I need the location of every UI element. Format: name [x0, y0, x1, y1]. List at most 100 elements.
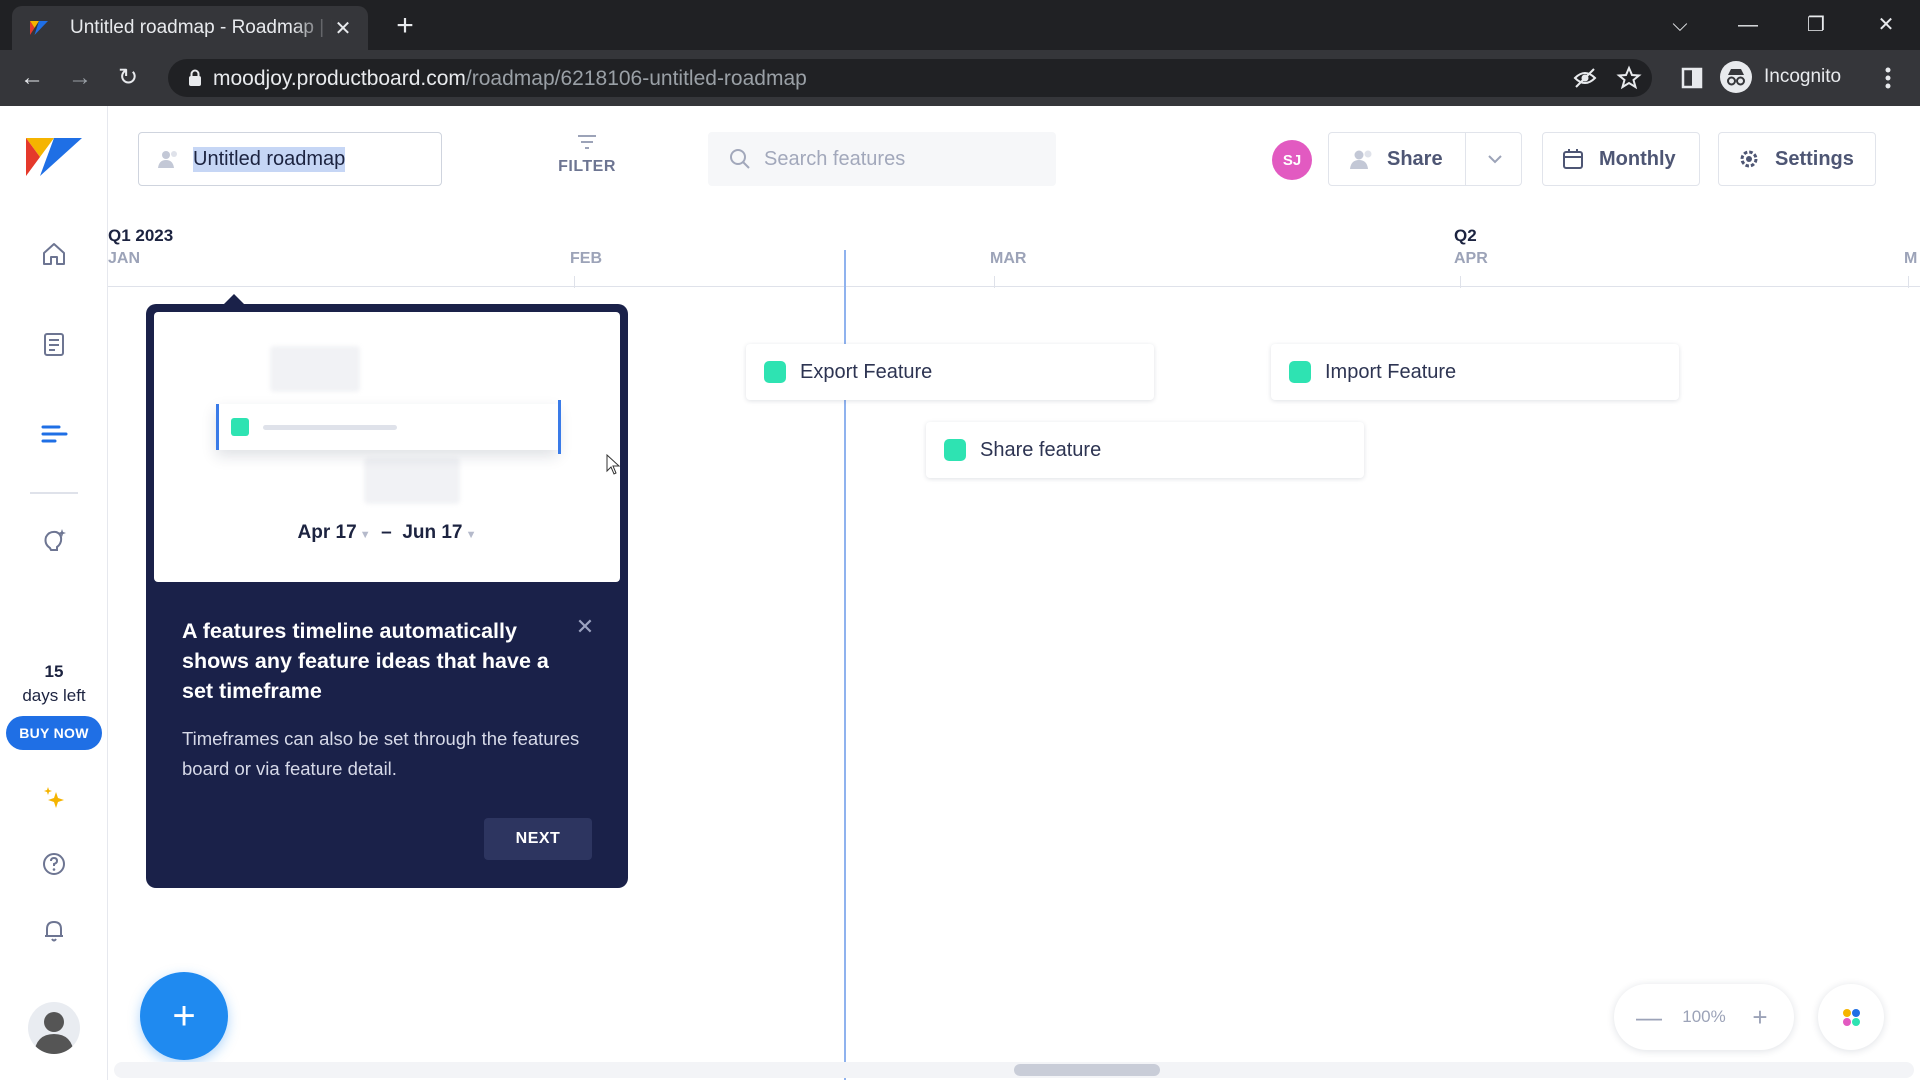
timeframe-dates: Apr 17 ▼ – Jun 17 ▼ — [154, 522, 620, 544]
minimize-button[interactable]: — — [1728, 8, 1768, 42]
side-panel-icon[interactable] — [1676, 62, 1708, 94]
incognito-label: Incognito — [1764, 66, 1842, 87]
insights-icon[interactable] — [38, 524, 70, 556]
roadmap-title-field[interactable]: Untitled roadmap — [138, 132, 442, 186]
close-window-button[interactable]: ✕ — [1866, 8, 1906, 42]
horizontal-scrollbar[interactable] — [114, 1062, 1914, 1078]
lock-icon[interactable] — [188, 69, 202, 87]
sidebar-divider — [30, 492, 78, 494]
caret-down-icon: ▼ — [462, 529, 477, 541]
scrollbar-thumb[interactable] — [1014, 1064, 1160, 1076]
productboard-logo[interactable] — [26, 136, 82, 178]
share-button[interactable]: Share — [1328, 132, 1522, 186]
search-features-input[interactable]: Search features — [708, 132, 1056, 186]
url-text[interactable]: moodjoy.productboard.com/roadmap/6218106… — [213, 67, 807, 91]
notifications-icon[interactable] — [38, 914, 70, 946]
share-users-icon — [1350, 150, 1372, 169]
incognito-profile-button[interactable]: Incognito — [1720, 58, 1841, 96]
user-avatar[interactable] — [28, 1002, 80, 1054]
monthly-view-button[interactable]: Monthly — [1542, 132, 1700, 186]
reload-button[interactable]: ↻ — [112, 62, 144, 94]
feature-name: Import Feature — [1325, 360, 1457, 383]
settings-label: Settings — [1775, 147, 1854, 170]
browser-tab-bar: Untitled roadmap - Roadmap | Productboar… — [0, 0, 1920, 50]
star-icon[interactable] — [1616, 65, 1642, 91]
new-tab-button[interactable]: + — [390, 11, 420, 42]
calendar-icon — [1563, 149, 1583, 169]
timeframe-bar — [216, 400, 561, 454]
back-button[interactable]: ← — [16, 62, 48, 94]
timeline-axis — [108, 286, 1920, 287]
trial-days-count: 15 — [44, 662, 64, 681]
notes-icon[interactable] — [38, 328, 70, 360]
roadmap-owner-icon — [158, 151, 177, 168]
caret-down-icon: ▼ — [356, 529, 371, 541]
date-dash: – — [381, 522, 392, 543]
forward-button[interactable]: → — [64, 62, 96, 94]
month-label: MAR — [990, 250, 1027, 267]
home-icon[interactable] — [38, 238, 70, 270]
incognito-icon — [1720, 61, 1752, 93]
mouse-cursor-icon — [606, 454, 621, 475]
apps-button[interactable] — [1818, 984, 1884, 1050]
month-tick — [1908, 276, 1909, 288]
productboard-favicon-icon — [30, 21, 48, 35]
tab-search-icon[interactable]: ⌵ — [1660, 8, 1700, 42]
tooltip-title: A features timeline automatically shows … — [182, 619, 549, 703]
browser-tab[interactable]: Untitled roadmap - Roadmap | Productboar… — [12, 6, 368, 50]
tooltip-body: Timeframes can also be set through the f… — [182, 728, 580, 779]
start-date: Apr 17 — [297, 522, 357, 543]
next-button[interactable]: NEXT — [484, 818, 592, 860]
filter-icon — [578, 135, 596, 149]
feature-name: Export Feature — [800, 360, 933, 383]
buy-now-button[interactable]: BUY NOW — [6, 716, 102, 750]
resize-handle-icon — [558, 400, 561, 454]
eye-off-icon[interactable] — [1572, 65, 1598, 91]
user-initials-avatar[interactable]: SJ — [1272, 140, 1312, 180]
month-label: APR — [1454, 250, 1488, 267]
roadmap-icon[interactable] — [38, 418, 70, 450]
address-bar-row: ← → ↻ moodjoy.productboard.com/roadmap/6… — [0, 50, 1920, 106]
monthly-label: Monthly — [1599, 147, 1676, 170]
tab-close-icon[interactable]: ✕ — [332, 16, 354, 41]
trial-days-label: days left — [22, 686, 86, 705]
month-tick — [994, 276, 995, 288]
chevron-down-icon[interactable] — [1485, 149, 1505, 169]
help-icon[interactable] — [38, 848, 70, 880]
left-sidebar: 15 days left BUY NOW — [0, 106, 108, 1080]
feature-card-import[interactable]: Import Feature — [1271, 344, 1679, 400]
settings-button[interactable]: Settings — [1718, 132, 1876, 186]
productboard-app: 15 days left BUY NOW Untitled roadmap FI… — [0, 106, 1920, 1080]
gear-icon — [1740, 150, 1758, 168]
roadmap-title[interactable]: Untitled roadmap — [193, 146, 346, 172]
zoom-out-button[interactable]: — — [1636, 1002, 1662, 1033]
search-placeholder: Search features — [764, 147, 906, 170]
close-icon[interactable]: ✕ — [574, 616, 596, 638]
quarter-label: Q2 — [1454, 226, 1477, 245]
restore-button[interactable]: ❐ — [1796, 8, 1836, 42]
feature-status-dot — [231, 418, 249, 436]
filter-button[interactable]: FILTER — [548, 130, 626, 176]
month-tick — [574, 276, 575, 288]
feature-status-dot — [944, 439, 966, 461]
feature-name: Share feature — [980, 438, 1102, 461]
zoom-in-button[interactable]: + — [1748, 1002, 1772, 1033]
onboarding-tooltip: Apr 17 ▼ – Jun 17 ▼ A features timeline … — [146, 304, 628, 888]
month-tick — [1460, 276, 1461, 288]
feature-card-share[interactable]: Share feature — [926, 422, 1364, 478]
zoom-level: 100% — [1682, 1007, 1726, 1026]
omnibox[interactable]: moodjoy.productboard.com/roadmap/6218106… — [168, 59, 1652, 97]
whats-new-icon[interactable] — [38, 782, 70, 814]
share-separator — [1465, 133, 1466, 185]
tooltip-illustration: Apr 17 ▼ – Jun 17 ▼ — [154, 312, 620, 582]
feature-status-dot — [1289, 361, 1311, 383]
add-button[interactable]: + — [140, 972, 228, 1060]
month-label: FEB — [570, 250, 602, 267]
ghost-card — [364, 458, 460, 504]
search-icon — [730, 149, 750, 169]
more-vert-icon[interactable] — [1872, 62, 1904, 94]
feature-card-export[interactable]: Export Feature — [746, 344, 1154, 400]
month-label: JAN — [108, 250, 141, 267]
share-label: Share — [1387, 147, 1443, 170]
tab-title: Untitled roadmap - Roadmap | Productboar… — [70, 17, 332, 38]
